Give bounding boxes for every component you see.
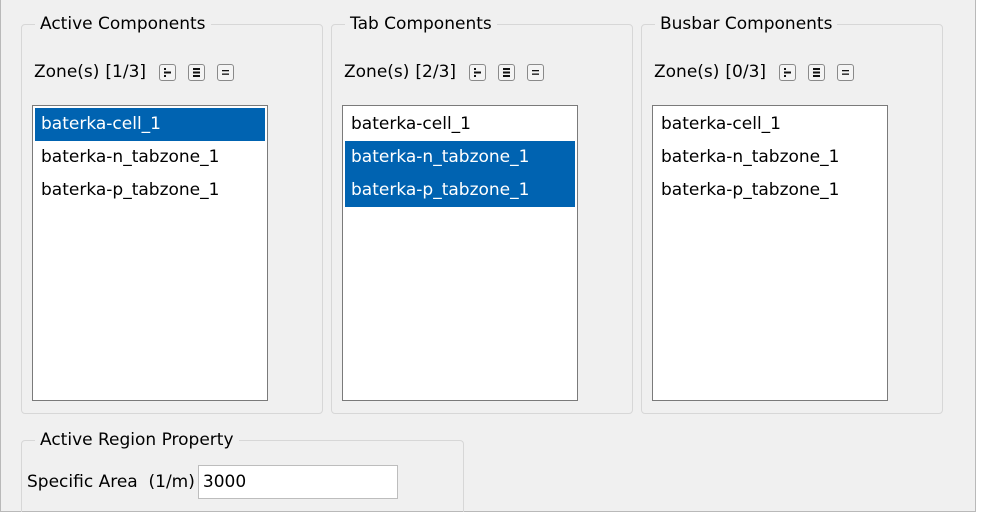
zone-selector-row: Zone(s) [0/3] [654, 57, 866, 87]
specific-area-label: Specific Area (1/m) [27, 472, 195, 492]
select-all-icon [193, 67, 201, 77]
list-item[interactable]: baterka-p_tabzone_1 [35, 174, 265, 207]
list-item[interactable]: baterka-n_tabzone_1 [655, 141, 885, 174]
group-title: Tab Components [345, 12, 497, 36]
list-item[interactable]: baterka-p_tabzone_1 [345, 174, 575, 207]
zone-label: Zone(s) [344, 62, 410, 82]
active-components-group: Active Components Zone(s) [1/3] baterka-… [21, 12, 323, 414]
specific-area-input[interactable] [197, 465, 398, 499]
select-all-icon [503, 67, 511, 77]
tab-components-group: Tab Components Zone(s) [2/3] baterka-cel… [331, 12, 633, 414]
select-highlighted-icon [164, 67, 172, 77]
group-title: Busbar Components [655, 12, 838, 36]
group-title: Active Region Property [35, 428, 239, 452]
deselect-all-icon [532, 69, 540, 75]
zone-selector-row: Zone(s) [2/3] [344, 57, 556, 87]
deselect-all-button[interactable] [527, 63, 545, 81]
zone-count: [0/3] [725, 62, 767, 82]
list-item[interactable]: baterka-cell_1 [655, 108, 885, 141]
deselect-all-icon [222, 69, 230, 75]
select-highlighted-icon [784, 67, 792, 77]
deselect-all-button[interactable] [217, 63, 235, 81]
list-item[interactable]: baterka-n_tabzone_1 [345, 141, 575, 174]
group-title: Active Components [35, 12, 211, 36]
select-all-icon [813, 67, 821, 77]
list-item[interactable]: baterka-p_tabzone_1 [655, 174, 885, 207]
deselect-all-button[interactable] [837, 63, 855, 81]
select-highlighted-icon [474, 67, 482, 77]
active-region-property-group: Active Region Property Specific Area (1/… [21, 428, 464, 512]
list-item[interactable]: baterka-cell_1 [345, 108, 575, 141]
select-highlighted-button[interactable] [779, 63, 797, 81]
select-all-button[interactable] [498, 63, 516, 81]
select-highlighted-button[interactable] [159, 63, 177, 81]
busbar-components-group: Busbar Components Zone(s) [0/3] baterka-… [641, 12, 943, 414]
deselect-all-icon [842, 69, 850, 75]
zone-selector-row: Zone(s) [1/3] [34, 57, 246, 87]
zone-count: [1/3] [105, 62, 147, 82]
zone-count: [2/3] [415, 62, 457, 82]
zone-listbox[interactable]: baterka-cell_1 baterka-n_tabzone_1 bater… [652, 105, 888, 401]
zone-listbox[interactable]: baterka-cell_1 baterka-n_tabzone_1 bater… [342, 105, 578, 401]
select-all-button[interactable] [808, 63, 826, 81]
list-item[interactable]: baterka-n_tabzone_1 [35, 141, 265, 174]
select-all-button[interactable] [188, 63, 206, 81]
list-item[interactable]: baterka-cell_1 [35, 108, 265, 141]
select-highlighted-button[interactable] [469, 63, 487, 81]
battery-components-panel: Active Components Zone(s) [1/3] baterka-… [0, 0, 976, 512]
zone-listbox[interactable]: baterka-cell_1 baterka-n_tabzone_1 bater… [32, 105, 268, 401]
zone-label: Zone(s) [654, 62, 720, 82]
specific-area-row: Specific Area (1/m) [27, 465, 398, 499]
zone-label: Zone(s) [34, 62, 100, 82]
